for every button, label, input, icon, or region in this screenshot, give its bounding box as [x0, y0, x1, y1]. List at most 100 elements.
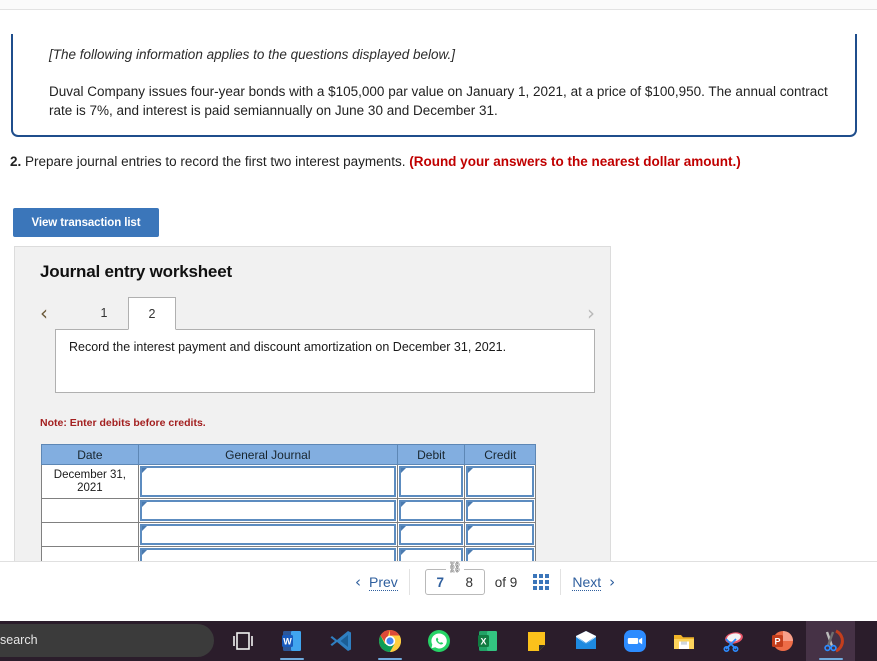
- vscode-icon: [328, 628, 354, 654]
- credit-input[interactable]: [466, 466, 534, 497]
- worksheet-tab-1[interactable]: 1: [80, 297, 128, 330]
- taskbar-running-underline: [378, 658, 402, 660]
- tab-next-arrow-icon[interactable]: ›: [587, 300, 595, 326]
- pager-footer-bar: ‹ Prev ⛓ 7 8 of 9 Next ›: [0, 561, 877, 602]
- whatsapp-icon: [426, 628, 452, 654]
- excel-icon: X: [475, 628, 501, 654]
- zoom-icon: [622, 628, 648, 654]
- debit-input[interactable]: [398, 466, 464, 497]
- current-page-number[interactable]: 7: [437, 575, 445, 590]
- task-view-icon: [230, 628, 256, 654]
- table-row: December 31, 2021: [41, 464, 536, 499]
- worksheet-instruction-text: Record the interest payment and discount…: [69, 340, 507, 354]
- prev-button[interactable]: Prev: [369, 574, 398, 591]
- windows-taskbar: search W X P: [0, 621, 877, 661]
- debits-before-credits-note: Note: Enter debits before credits.: [40, 417, 206, 429]
- cell-general-journal[interactable]: [137, 522, 398, 547]
- snipping-tool-icon: [720, 628, 746, 654]
- cell-debit[interactable]: [396, 546, 466, 561]
- worksheet-instruction-panel: Record the interest payment and discount…: [55, 329, 595, 393]
- taskbar-item-snip-sketch[interactable]: [708, 621, 757, 661]
- table-row: [41, 522, 536, 547]
- worksheet-tab-2[interactable]: 2: [128, 297, 176, 330]
- pager-divider-2: [560, 569, 562, 595]
- word-icon: W: [279, 628, 305, 654]
- general-journal-input[interactable]: [139, 500, 396, 521]
- cell-date[interactable]: December 31, 2021: [41, 464, 139, 499]
- cell-credit[interactable]: [464, 546, 536, 561]
- next-chevron-icon[interactable]: ›: [609, 573, 615, 591]
- browser-top-strip: [0, 0, 877, 9]
- snipping-tool-active-icon: [818, 628, 844, 654]
- taskbar-running-underline: [280, 658, 304, 660]
- taskbar-running-underline: [819, 658, 843, 660]
- chrome-icon: [377, 628, 403, 654]
- prev-chevron-icon[interactable]: ‹: [355, 573, 361, 591]
- journal-entry-worksheet-panel: Journal entry worksheet ‹ 1 2 › Record t…: [14, 246, 611, 561]
- cell-general-journal[interactable]: [137, 498, 398, 523]
- taskbar-item-snipping-tool[interactable]: [806, 621, 855, 661]
- debit-input[interactable]: [398, 500, 464, 521]
- cell-credit[interactable]: [464, 522, 536, 547]
- taskbar-item-powerpoint[interactable]: P: [757, 621, 806, 661]
- taskbar-item-excel[interactable]: X: [463, 621, 512, 661]
- taskbar-item-zoom[interactable]: [610, 621, 659, 661]
- powerpoint-icon: P: [769, 628, 795, 654]
- column-header-debit: Debit: [396, 444, 466, 465]
- view-transaction-list-button[interactable]: View transaction list: [13, 208, 159, 237]
- debit-input[interactable]: [398, 548, 464, 561]
- taskbar-search-box[interactable]: search: [0, 624, 214, 657]
- pager-controls: ‹ Prev ⛓ 7 8 of 9 Next ›: [355, 562, 615, 602]
- total-pages-label: of 9: [494, 574, 518, 590]
- svg-text:W: W: [283, 637, 292, 647]
- cell-credit[interactable]: [464, 464, 536, 499]
- file-explorer-icon: [671, 628, 697, 654]
- worksheet-title: Journal entry worksheet: [40, 262, 232, 281]
- cell-general-journal[interactable]: [137, 464, 398, 499]
- taskbar-item-sticky-notes[interactable]: [512, 621, 561, 661]
- taskbar-item-vscode[interactable]: [316, 621, 365, 661]
- page-number-box[interactable]: ⛓ 7 8: [424, 562, 485, 595]
- info-callout-body: Duval Company issues four-year bonds wit…: [49, 84, 828, 118]
- credit-input[interactable]: [466, 524, 534, 545]
- cell-date[interactable]: [41, 546, 139, 561]
- sticky-notes-icon: [524, 628, 550, 654]
- table-row: [41, 498, 536, 523]
- question-warning: (Round your answers to the nearest dolla…: [409, 154, 741, 169]
- taskbar-item-word[interactable]: W: [267, 621, 316, 661]
- general-journal-input[interactable]: [139, 548, 396, 561]
- page-content-scroll-area[interactable]: [The following information applies to th…: [0, 10, 877, 561]
- next-button[interactable]: Next: [572, 574, 602, 591]
- cell-date[interactable]: [41, 522, 139, 547]
- table-header-row: Date General Journal Debit Credit: [41, 444, 536, 465]
- taskbar-item-file-explorer[interactable]: [659, 621, 708, 661]
- journal-entry-table: Date General Journal Debit Credit Decemb…: [41, 444, 536, 561]
- taskbar-search-text: search: [0, 633, 38, 647]
- column-header-date: Date: [41, 444, 139, 465]
- taskbar-item-chrome[interactable]: [365, 621, 414, 661]
- taskbar-icon-strip: W X P: [218, 621, 855, 661]
- cell-date[interactable]: [41, 498, 139, 523]
- tab-prev-arrow-icon[interactable]: ‹: [40, 300, 48, 326]
- table-row: [41, 546, 536, 561]
- info-callout-note: [The following information applies to th…: [49, 47, 455, 62]
- worksheet-tabstrip: ‹ 1 2 ›: [40, 297, 595, 330]
- grid-view-icon[interactable]: [533, 574, 550, 590]
- general-journal-input[interactable]: [139, 524, 396, 545]
- column-header-credit: Credit: [464, 444, 536, 465]
- cell-general-journal[interactable]: [137, 546, 398, 561]
- pager-divider-1: [408, 569, 410, 595]
- cell-debit[interactable]: [396, 522, 466, 547]
- cell-debit[interactable]: [396, 498, 466, 523]
- info-callout-box: [The following information applies to th…: [11, 34, 857, 137]
- credit-input[interactable]: [466, 548, 534, 561]
- cell-debit[interactable]: [396, 464, 466, 499]
- taskbar-item-task-view[interactable]: [218, 621, 267, 661]
- credit-input[interactable]: [466, 500, 534, 521]
- taskbar-item-whatsapp[interactable]: [414, 621, 463, 661]
- taskbar-item-mail[interactable]: [561, 621, 610, 661]
- general-journal-input[interactable]: [139, 466, 396, 497]
- next-page-number[interactable]: 8: [466, 575, 474, 590]
- debit-input[interactable]: [398, 524, 464, 545]
- cell-credit[interactable]: [464, 498, 536, 523]
